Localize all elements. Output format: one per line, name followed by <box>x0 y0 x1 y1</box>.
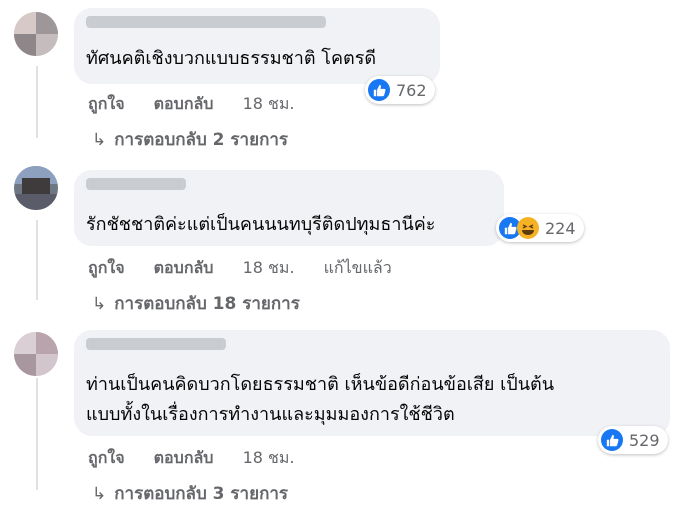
reply-arrow-icon: ↳ <box>92 294 107 314</box>
comment-text-line-2: แบบทั้งในเรื่องการทำงานและมุมมองการใช้ชี… <box>86 404 455 425</box>
reply-arrow-icon: ↳ <box>92 130 107 150</box>
reaction-summary[interactable]: 224 <box>496 214 584 242</box>
reaction-count: 529 <box>629 430 660 450</box>
view-replies-label: การตอบกลับ 18 รายการ <box>114 294 300 314</box>
reaction-count: 762 <box>396 80 427 100</box>
like-button[interactable]: ถูกใจ <box>88 94 125 113</box>
like-reaction-icon <box>368 79 390 101</box>
avatar[interactable] <box>14 166 58 210</box>
reply-button[interactable]: ตอบกลับ <box>154 448 214 467</box>
view-replies-label: การตอบกลับ 3 รายการ <box>114 484 289 504</box>
comment-actions: ถูกใจ ตอบกลับ 18 ชม. <box>88 446 319 471</box>
view-replies-link[interactable]: ↳ การตอบกลับ 3 รายการ <box>92 480 288 507</box>
edited-label[interactable]: แก้ไขแล้ว <box>324 258 392 277</box>
thread-line <box>36 220 38 300</box>
haha-reaction-icon <box>517 217 539 239</box>
like-reaction-icon <box>601 429 623 451</box>
comment-actions: ถูกใจ ตอบกลับ 18 ชม. <box>88 92 319 117</box>
avatar[interactable] <box>14 12 58 56</box>
author-name[interactable] <box>86 178 186 190</box>
view-replies-label: การตอบกลับ 2 รายการ <box>114 130 289 150</box>
timestamp[interactable]: 18 ชม. <box>243 258 295 277</box>
reply-arrow-icon: ↳ <box>92 484 107 504</box>
timestamp[interactable]: 18 ชม. <box>243 94 295 113</box>
reaction-summary[interactable]: 529 <box>598 426 668 454</box>
view-replies-link[interactable]: ↳ การตอบกลับ 18 รายการ <box>92 290 300 317</box>
comment-text: ทัศนคติเชิงบวกแบบธรรมชาติ โคตรดี <box>86 48 377 69</box>
comment-bubble: รักชัชชาติค่ะแต่เป็นคนนนทบุรีติดปทุมธานี… <box>74 170 504 246</box>
avatar[interactable] <box>14 332 58 376</box>
comment-actions: ถูกใจ ตอบกลับ 18 ชม. แก้ไขแล้ว <box>88 256 416 281</box>
comment-text: รักชัชชาติค่ะแต่เป็นคนนนทบุรีติดปทุมธานี… <box>86 214 436 235</box>
timestamp[interactable]: 18 ชม. <box>243 448 295 467</box>
author-name[interactable] <box>86 338 226 350</box>
author-name[interactable] <box>86 16 326 28</box>
reply-button[interactable]: ตอบกลับ <box>154 94 214 113</box>
comment-bubble: ท่านเป็นคนคิดบวกโดยธรรมชาติ เห็นข้อดีก่อ… <box>74 330 670 436</box>
reaction-count: 224 <box>545 218 576 238</box>
reply-button[interactable]: ตอบกลับ <box>154 258 214 277</box>
view-replies-link[interactable]: ↳ การตอบกลับ 2 รายการ <box>92 126 288 153</box>
thread-line <box>36 66 38 138</box>
thread-line <box>36 378 38 490</box>
like-button[interactable]: ถูกใจ <box>88 258 125 277</box>
like-button[interactable]: ถูกใจ <box>88 448 125 467</box>
comment-bubble: ทัศนคติเชิงบวกแบบธรรมชาติ โคตรดี <box>74 8 440 84</box>
comment-text-line-1: ท่านเป็นคนคิดบวกโดยธรรมชาติ เห็นข้อดีก่อ… <box>86 374 555 395</box>
reaction-summary[interactable]: 762 <box>365 76 435 104</box>
